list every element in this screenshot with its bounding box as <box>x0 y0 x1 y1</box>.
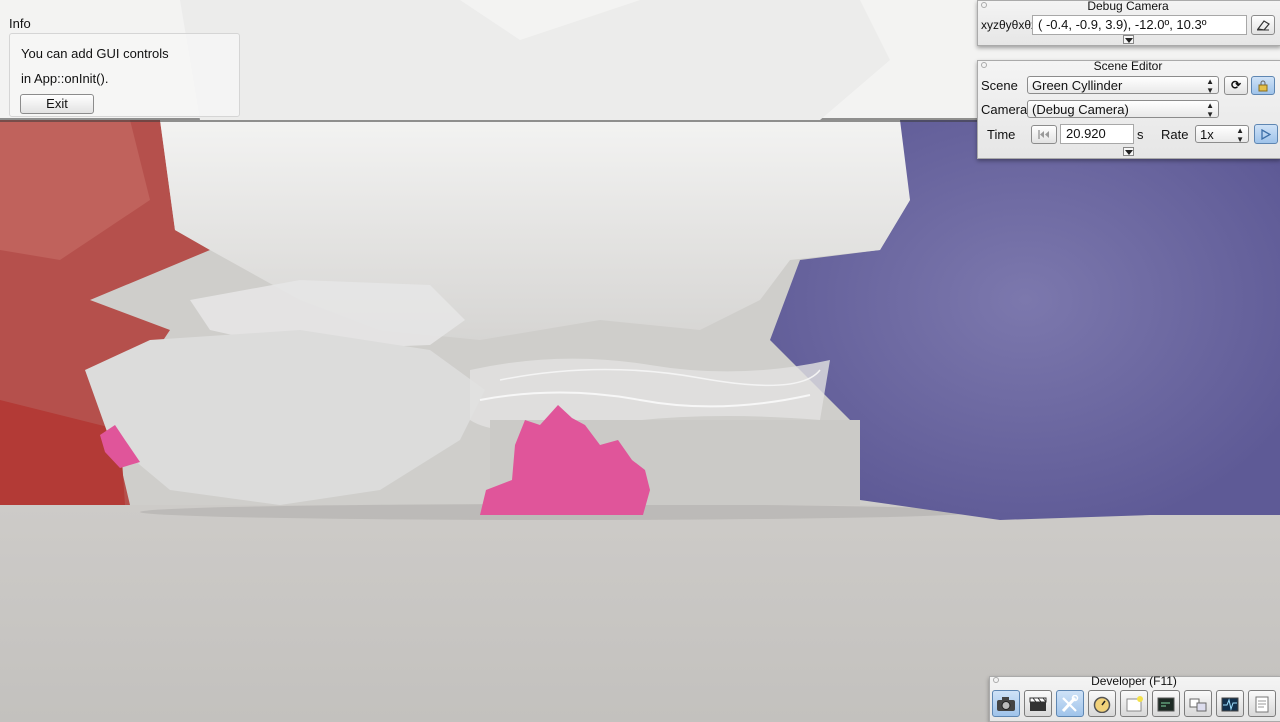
debug-camera-title: Debug Camera <box>1087 0 1169 13</box>
scene-editor-tool-button[interactable] <box>1056 690 1084 717</box>
play-icon <box>1261 128 1271 140</box>
clapperboard-icon <box>1029 697 1047 711</box>
xyz-angle-label: xyzθyθxθz <box>981 18 1038 32</box>
copy-camera-button[interactable] <box>1251 15 1275 35</box>
new-window-icon <box>1126 695 1143 711</box>
scene-label: Scene <box>981 78 1018 93</box>
chevron-down-icon <box>1125 38 1133 43</box>
stopwatch-icon <box>1093 696 1111 713</box>
time-unit-label: s <box>1137 127 1144 142</box>
info-panel-title: Info <box>9 16 31 31</box>
camera-tool-button[interactable] <box>992 690 1020 717</box>
reload-scene-button[interactable]: ⟳ <box>1224 76 1248 95</box>
close-icon[interactable] <box>993 677 999 683</box>
updown-arrows-icon: ▲ ▼ <box>1206 101 1214 119</box>
performance-tool-button[interactable] <box>1216 690 1244 717</box>
developer-window-title: Developer (F11) <box>1091 674 1177 688</box>
rate-select[interactable]: 1x ▲ ▼ <box>1195 125 1249 144</box>
close-icon[interactable] <box>981 2 987 8</box>
rewind-icon <box>1038 130 1049 139</box>
windows-icon <box>1189 698 1207 711</box>
camera-select[interactable]: (Debug Camera) ▲ ▼ <box>1027 100 1219 119</box>
eraser-icon <box>1256 20 1270 31</box>
rate-select-value: 1x <box>1200 127 1214 142</box>
console-tool-button[interactable] <box>1152 690 1180 717</box>
lock-icon <box>1258 80 1268 91</box>
profiler-timer-tool-button[interactable] <box>1088 690 1116 717</box>
close-icon[interactable] <box>981 62 987 68</box>
play-button[interactable] <box>1254 124 1278 144</box>
windows-tool-button[interactable] <box>1184 690 1212 717</box>
info-text-line-2: in App::onInit(). <box>21 71 109 86</box>
reload-icon: ⟳ <box>1230 78 1242 92</box>
scene-select[interactable]: Green Cyllinder ▲ ▼ <box>1027 76 1219 95</box>
updown-arrows-icon: ▲ ▼ <box>1206 77 1214 95</box>
wrench-screwdriver-icon <box>1061 694 1079 712</box>
time-field[interactable]: 20.920 <box>1060 124 1134 144</box>
camera-label: Camera <box>981 102 1028 117</box>
profiler-icon <box>1221 697 1239 711</box>
updown-arrows-icon: ▲ ▼ <box>1236 126 1244 144</box>
new-window-tool-button[interactable] <box>1120 690 1148 717</box>
scene-editor-title: Scene Editor <box>1093 59 1163 73</box>
notes-tool-button[interactable] <box>1248 690 1276 717</box>
camera-coordinates-field[interactable]: ( -0.4, -0.9, 3.9), -12.0º, 10.3º <box>1032 15 1247 35</box>
exit-button[interactable]: Exit <box>20 94 94 114</box>
reset-time-button[interactable] <box>1031 125 1057 144</box>
time-label: Time <box>987 127 1016 142</box>
chevron-down-icon <box>1125 150 1133 155</box>
debug-camera-collapse-button[interactable] <box>1123 35 1134 44</box>
terminal-icon <box>1157 697 1175 711</box>
notes-icon <box>1255 696 1269 712</box>
camera-select-value: (Debug Camera) <box>1032 102 1129 117</box>
lock-scene-button[interactable] <box>1251 76 1275 95</box>
rate-label: Rate <box>1161 127 1189 142</box>
video-record-tool-button[interactable] <box>1024 690 1052 717</box>
camera-icon <box>997 696 1015 711</box>
scene-editor-collapse-button[interactable] <box>1123 147 1134 156</box>
info-text-line-1: You can add GUI controls <box>21 46 169 61</box>
scene-select-value: Green Cyllinder <box>1032 78 1123 93</box>
